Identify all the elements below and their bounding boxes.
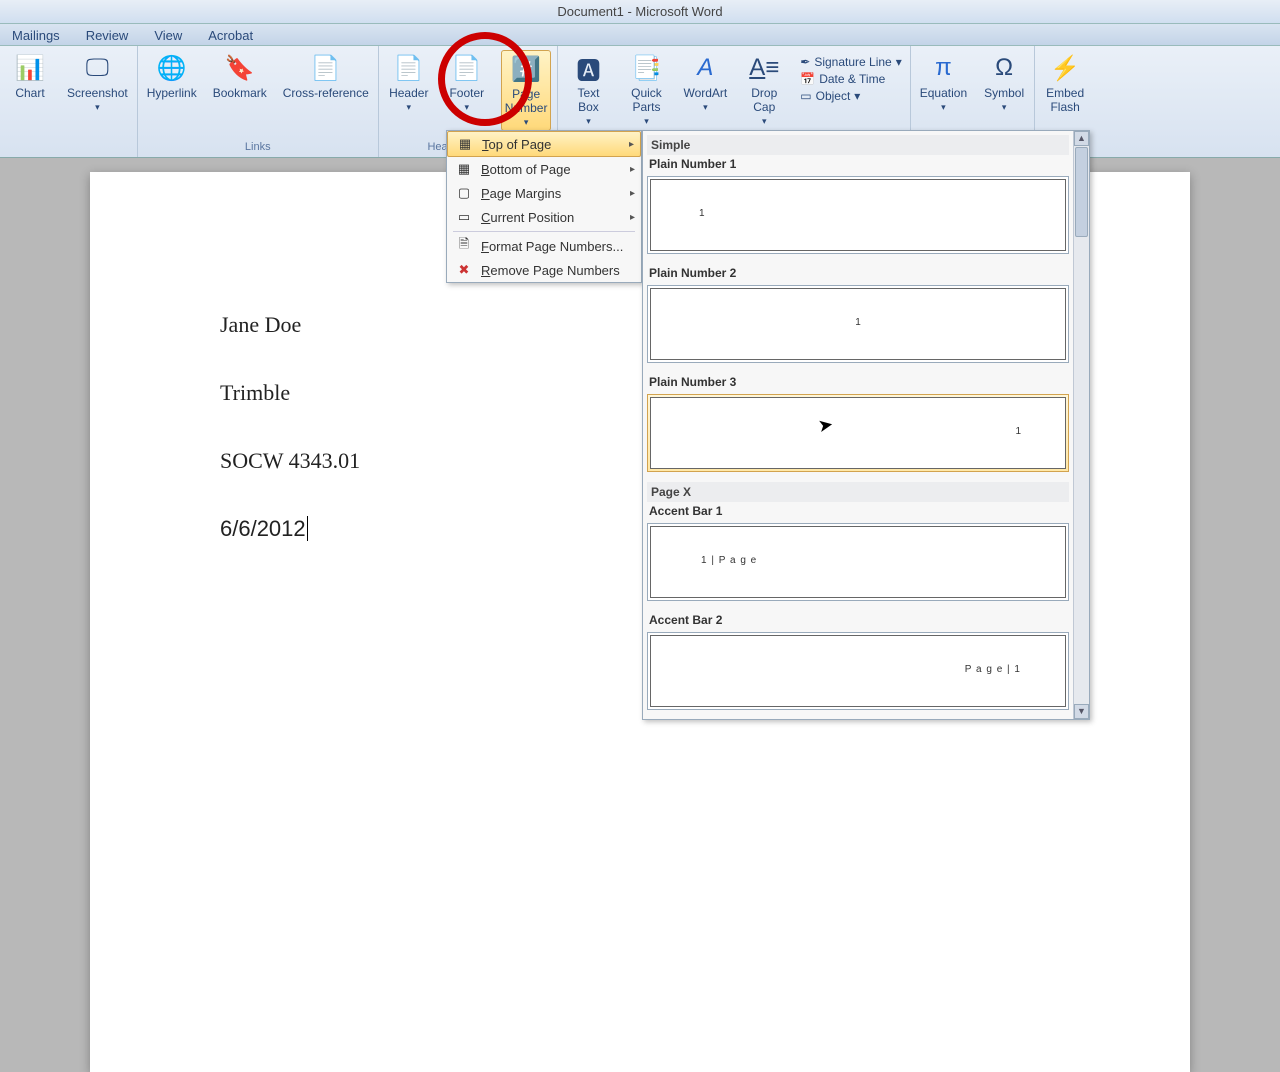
flash-icon: ⚡ bbox=[1049, 52, 1081, 84]
footer-icon: 📄 bbox=[451, 52, 483, 84]
header-icon: 📄 bbox=[393, 52, 425, 84]
menu-separator bbox=[453, 231, 635, 232]
gallery-section-simple: Simple bbox=[647, 135, 1069, 155]
footer-button[interactable]: 📄Footer bbox=[443, 50, 491, 115]
gallery-accent-bar-2[interactable]: P a g e | 1 bbox=[647, 632, 1069, 710]
gallery-plain-number-2[interactable]: 1 bbox=[647, 285, 1069, 363]
tab-acrobat[interactable]: Acrobat bbox=[204, 26, 257, 45]
tab-view[interactable]: View bbox=[150, 26, 186, 45]
equation-button[interactable]: πEquation bbox=[917, 50, 970, 115]
gallery-plain-number-3[interactable]: 1 bbox=[647, 394, 1069, 472]
datetime-icon: 📅 bbox=[800, 72, 815, 86]
gallery-plain-number-1[interactable]: 1 bbox=[647, 176, 1069, 254]
signature-icon: ✒ bbox=[800, 55, 810, 69]
equation-icon: π bbox=[927, 52, 959, 84]
tab-review[interactable]: Review bbox=[82, 26, 133, 45]
bookmark-icon: 🔖 bbox=[224, 52, 256, 84]
wordart-button[interactable]: AWordArt bbox=[680, 50, 730, 115]
menu-format-page-numbers[interactable]: 🗎 Format Page Numbers... bbox=[447, 234, 641, 258]
format-icon: 🗎 bbox=[455, 237, 473, 255]
object-icon: ▭ bbox=[800, 89, 811, 103]
gallery-item-label: Accent Bar 1 bbox=[647, 502, 1069, 520]
embed-flash-button[interactable]: ⚡Embed Flash bbox=[1041, 50, 1089, 116]
gallery-item-label: Plain Number 1 bbox=[647, 155, 1069, 173]
scroll-thumb[interactable] bbox=[1075, 147, 1088, 237]
quickparts-button[interactable]: 📑Quick Parts bbox=[622, 50, 670, 129]
page-number-button[interactable]: #️⃣Page Number bbox=[501, 50, 552, 131]
symbol-button[interactable]: ΩSymbol bbox=[980, 50, 1028, 115]
screenshot-icon: 🖵 bbox=[81, 52, 113, 84]
menu-current-position[interactable]: ▭ Current Position bbox=[447, 205, 641, 229]
symbol-icon: Ω bbox=[988, 52, 1020, 84]
page-number-menu: ▦ TTop of Pageop of Page ▦ Bottom of Pag… bbox=[446, 130, 642, 283]
page-icon: ▭ bbox=[455, 208, 473, 226]
scroll-down-button[interactable]: ▼ bbox=[1074, 704, 1089, 719]
gallery-item-label: Plain Number 2 bbox=[647, 264, 1069, 282]
screenshot-button[interactable]: 🖵Screenshot bbox=[64, 50, 131, 115]
tab-mailings[interactable]: Mailings bbox=[8, 26, 64, 45]
menu-remove-page-numbers[interactable]: ✖ Remove Page Numbers bbox=[447, 258, 641, 282]
header-button[interactable]: 📄Header bbox=[385, 50, 433, 115]
chart-icon: 📊 bbox=[14, 52, 46, 84]
gallery-scrollbar[interactable]: ▲ ▼ bbox=[1073, 131, 1089, 719]
page-icon: ▢ bbox=[455, 184, 473, 202]
quickparts-icon: 📑 bbox=[630, 52, 662, 84]
gallery-section-pagex: Page X bbox=[647, 482, 1069, 502]
bookmark-button[interactable]: 🔖Bookmark bbox=[210, 50, 270, 102]
remove-icon: ✖ bbox=[455, 261, 473, 279]
crossref-button[interactable]: 📄Cross-reference bbox=[280, 50, 372, 102]
crossref-icon: 📄 bbox=[310, 52, 342, 84]
gallery-item-label: Plain Number 3 bbox=[647, 373, 1069, 391]
title-bar: Document1 - Microsoft Word bbox=[0, 0, 1280, 24]
wordart-icon: A bbox=[689, 52, 721, 84]
signature-line-button[interactable]: ✒Signature Line ▾ bbox=[798, 54, 903, 70]
textbox-button[interactable]: 🅰Text Box bbox=[564, 50, 612, 129]
object-button[interactable]: ▭Object ▾ bbox=[798, 88, 903, 104]
scroll-up-button[interactable]: ▲ bbox=[1074, 131, 1089, 146]
dropcap-button[interactable]: A≡Drop Cap bbox=[740, 50, 788, 129]
dropcap-icon: A≡ bbox=[748, 52, 780, 84]
page-number-gallery: Simple Plain Number 1 1 Plain Number 2 1… bbox=[642, 130, 1090, 720]
textbox-icon: 🅰 bbox=[572, 52, 604, 84]
hyperlink-button[interactable]: 🌐Hyperlink bbox=[144, 50, 200, 102]
page-icon: ▦ bbox=[456, 135, 474, 153]
gallery-accent-bar-1[interactable]: 1 | P a g e bbox=[647, 523, 1069, 601]
menu-bottom-of-page[interactable]: ▦ Bottom of Page bbox=[447, 157, 641, 181]
gallery-item-label: Accent Bar 2 bbox=[647, 611, 1069, 629]
ribbon-tabs: Mailings Review View Acrobat bbox=[0, 24, 1280, 46]
menu-page-margins[interactable]: ▢ Page Margins bbox=[447, 181, 641, 205]
page-icon: ▦ bbox=[455, 160, 473, 178]
menu-top-of-page[interactable]: ▦ TTop of Pageop of Page bbox=[447, 131, 641, 157]
datetime-button[interactable]: 📅Date & Time bbox=[798, 71, 903, 87]
group-label bbox=[67, 141, 70, 155]
page-number-icon: #️⃣ bbox=[510, 53, 542, 85]
links-group-label: Links bbox=[245, 141, 271, 155]
hyperlink-icon: 🌐 bbox=[156, 52, 188, 84]
chart-button[interactable]: 📊Chart bbox=[6, 50, 54, 102]
